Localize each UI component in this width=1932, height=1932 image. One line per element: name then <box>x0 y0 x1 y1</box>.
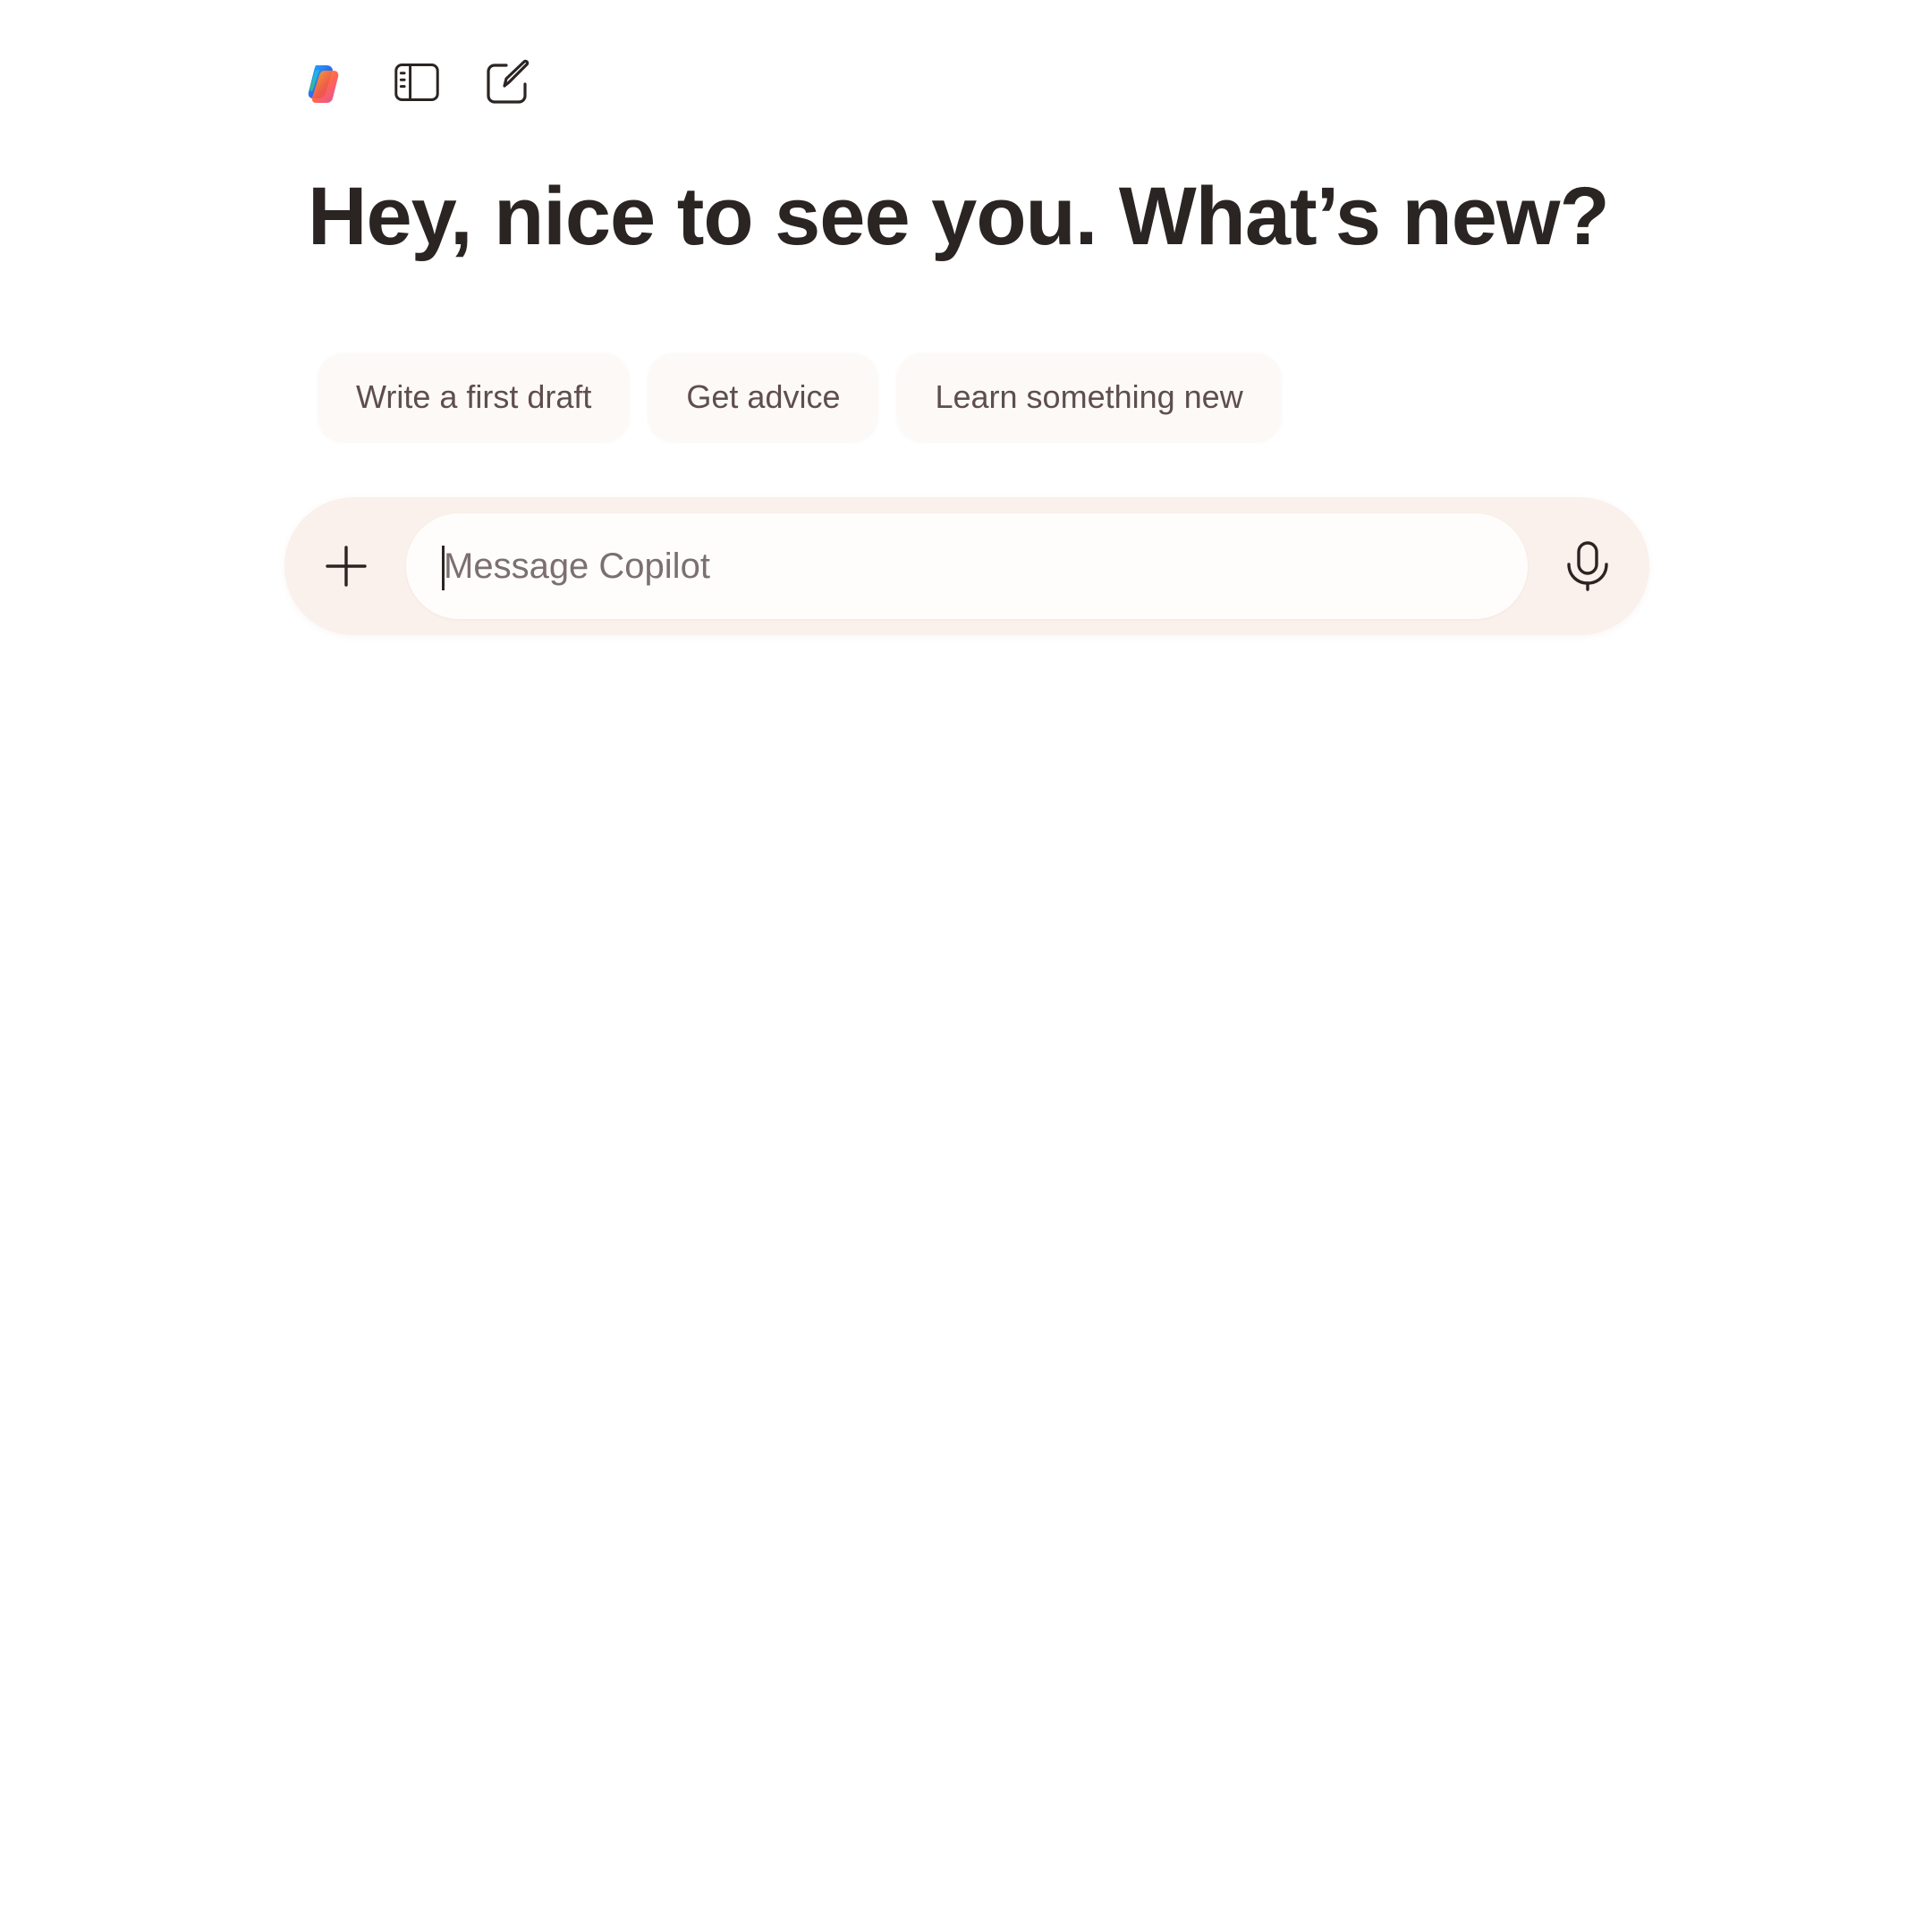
suggestion-chip-write-draft[interactable]: Write a first draft <box>318 353 630 441</box>
message-input-wrapper <box>406 513 1528 619</box>
copilot-logo-icon[interactable] <box>302 59 349 106</box>
suggestion-chips: Write a first draft Get advice Learn som… <box>318 353 1281 441</box>
sidebar-toggle-icon[interactable] <box>394 59 440 106</box>
suggestion-chip-learn-new[interactable]: Learn something new <box>897 353 1281 441</box>
plus-icon[interactable] <box>315 535 377 597</box>
microphone-icon[interactable] <box>1553 531 1623 601</box>
greeting-headline: Hey, nice to see you. What’s new? <box>308 171 1610 262</box>
top-toolbar <box>302 55 531 109</box>
text-caret <box>442 546 445 590</box>
message-input[interactable] <box>440 513 1499 619</box>
copilot-home: Hey, nice to see you. What’s new? Write … <box>0 0 1932 1932</box>
compose-icon[interactable] <box>485 59 531 106</box>
message-composer <box>284 497 1649 635</box>
suggestion-chip-get-advice[interactable]: Get advice <box>648 353 878 441</box>
